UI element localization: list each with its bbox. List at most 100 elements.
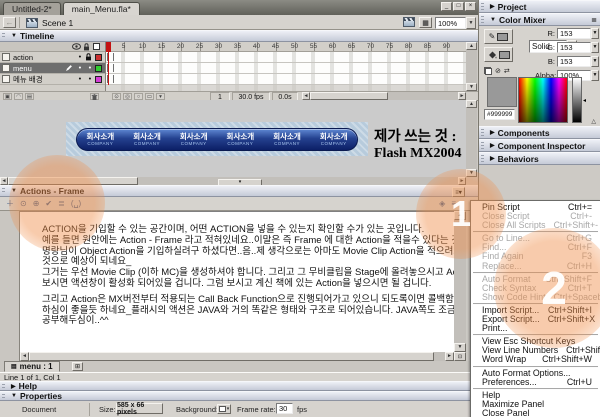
nav-menu-button[interactable]: 회사소개 COMPANY xyxy=(77,129,124,150)
channel-value-input[interactable]: 153 xyxy=(557,56,591,67)
default-colors-icon[interactable] xyxy=(484,67,492,75)
panel-options-menu-icon[interactable]: ≣ xyxy=(591,16,597,24)
scrollbar-thumb[interactable] xyxy=(8,177,138,185)
debug-options-icon[interactable]: ◈ xyxy=(439,199,445,209)
context-menu-item[interactable]: Print... xyxy=(471,324,600,333)
component-inspector-panel-header[interactable]: ▶Component Inspector xyxy=(479,139,600,152)
stage-canvas[interactable]: 회사소개 COMPANY 회사소개 COMPANY 회사소개 COMPANY xyxy=(0,100,466,177)
collapse-triangle-icon[interactable]: △ xyxy=(591,118,596,125)
channel-stepper-icon[interactable]: ▼ xyxy=(591,56,599,67)
channel-stepper-icon[interactable]: ▼ xyxy=(591,42,599,53)
no-color-icon[interactable]: ⊘ xyxy=(495,67,501,75)
edit-symbol-icon[interactable]: ▦ xyxy=(419,17,432,28)
behaviors-panel-header[interactable]: ▶Behaviors xyxy=(479,152,600,165)
channel-stepper-icon[interactable]: ▼ xyxy=(591,28,599,39)
show-code-hint-icon[interactable]: (␣) xyxy=(71,199,81,209)
menu-background-artwork[interactable]: 회사소개 COMPANY 회사소개 COMPANY 회사소개 COMPANY xyxy=(66,122,368,156)
channel-value-input[interactable]: 153 xyxy=(557,28,591,39)
close-button[interactable]: × xyxy=(465,2,476,11)
nav-menu-button[interactable]: 회사소개 COMPANY xyxy=(264,129,311,150)
document-tab[interactable]: main_Menu.fla* xyxy=(63,2,140,15)
restore-button[interactable]: □ xyxy=(453,2,464,11)
timeline-layer-row[interactable]: menu • • xyxy=(0,63,105,74)
layer-outline-color-swatch[interactable] xyxy=(95,65,102,72)
timeline-layer-row[interactable]: 메뉴 배경 • • xyxy=(0,74,105,85)
hex-color-input[interactable]: #999999 xyxy=(484,109,515,120)
slider-arrow-icon[interactable]: ◂ xyxy=(583,97,586,104)
add-motion-guide-icon[interactable]: ◠ xyxy=(14,93,23,100)
scroll-right-icon[interactable]: ► xyxy=(458,177,466,185)
context-menu-item[interactable]: Close Panel xyxy=(471,409,600,417)
actions-panel-header[interactable]: ▼ Actions - Frame ≡▾ xyxy=(0,185,478,197)
layer-lock-dot[interactable]: • xyxy=(85,75,95,83)
auto-format-icon[interactable]: ≣ xyxy=(58,199,65,209)
context-menu-item[interactable]: Close All Scripts Ctrl+Shift+- xyxy=(471,221,600,230)
insert-layer-icon[interactable]: ▣ xyxy=(3,93,12,100)
minimize-button[interactable]: _ xyxy=(441,2,452,11)
resize-corner[interactable]: ⊡ xyxy=(454,352,466,361)
context-menu-item[interactable]: Preferences... Ctrl+U xyxy=(471,378,600,387)
playhead-marker[interactable] xyxy=(106,42,111,52)
scroll-left-icon[interactable]: ◄ xyxy=(20,352,29,361)
lock-icon[interactable] xyxy=(83,43,90,51)
document-size-button[interactable]: 585 x 66 pixels xyxy=(116,403,163,414)
color-spectrum-picker[interactable] xyxy=(518,77,568,123)
script-tab[interactable]: ▤ menu : 1 xyxy=(4,361,60,372)
context-menu-item[interactable]: Word Wrap Ctrl+Shift+W xyxy=(471,355,600,364)
scroll-up-icon[interactable]: ▲ xyxy=(466,42,477,50)
timeline-frames-pane[interactable]: 51015202530354045505560657075808590 xyxy=(106,42,466,91)
zoom-value-input[interactable]: 100% xyxy=(435,17,466,29)
stage-vertical-scrollbar[interactable]: ▲ ▼ xyxy=(466,100,477,177)
scroll-left-icon[interactable]: ◄ xyxy=(0,177,8,185)
delete-layer-trash-icon[interactable] xyxy=(90,93,99,100)
layer-lock-dot[interactable]: • xyxy=(85,64,95,72)
script-vertical-scrollbar[interactable]: ▲ ▼ xyxy=(454,211,466,352)
onion-skin-icon[interactable]: ◎ xyxy=(123,93,132,100)
layer-visible-dot[interactable]: • xyxy=(75,75,85,83)
scroll-down-icon[interactable]: ▼ xyxy=(454,343,466,352)
nav-menu-button[interactable]: 회사소개 COMPANY xyxy=(217,129,264,150)
layer-visible-dot[interactable]: • xyxy=(75,53,85,61)
frame-row[interactable] xyxy=(106,52,466,63)
scroll-down-icon[interactable]: ▼ xyxy=(466,83,477,91)
eye-icon[interactable] xyxy=(72,43,81,50)
insert-target-path-icon[interactable]: ⊕ xyxy=(33,199,40,209)
actions-toolbox-collapsed-strip[interactable] xyxy=(0,211,20,361)
background-color-swatch[interactable]: ▾ xyxy=(217,404,231,414)
layer-lock-icon[interactable] xyxy=(85,53,95,61)
frame-rate-input[interactable]: 30 xyxy=(276,403,293,414)
nav-menu-button[interactable]: 회사소개 COMPANY xyxy=(124,129,171,150)
pin-script-icon[interactable]: ⊞ xyxy=(72,362,83,371)
nav-menu-button[interactable]: 회사소개 COMPANY xyxy=(170,129,217,150)
timeline-vertical-scrollbar[interactable]: ▲ ▼ xyxy=(466,42,477,91)
find-icon[interactable]: ⊙ xyxy=(20,199,27,209)
context-menu-item[interactable]: Show Code Hint Ctrl+Spacebar xyxy=(471,293,600,302)
scroll-up-icon[interactable]: ▲ xyxy=(466,100,477,108)
frame-grid[interactable] xyxy=(106,52,466,85)
edit-multiple-frames-icon[interactable]: ▭ xyxy=(145,93,154,100)
frame-row[interactable] xyxy=(106,63,466,74)
channel-value-input[interactable]: 153 xyxy=(557,42,591,53)
onion-skin-outlines-icon[interactable]: ○ xyxy=(134,93,143,100)
check-syntax-icon[interactable]: ✔ xyxy=(45,199,52,209)
script-horizontal-scrollbar[interactable]: ◄ ► xyxy=(20,352,454,361)
scroll-left-icon[interactable]: ◄ xyxy=(302,92,310,100)
layer-visible-dot[interactable]: • xyxy=(75,64,85,72)
color-mixer-panel-header[interactable]: ▼Color Mixer≣ xyxy=(479,13,600,26)
panel-options-menu-icon[interactable]: ≡▾ xyxy=(452,187,465,197)
frame-ruler[interactable]: 51015202530354045505560657075808590 xyxy=(106,42,466,52)
project-panel-header[interactable]: ▶Project xyxy=(479,0,600,13)
scroll-right-icon[interactable]: ► xyxy=(445,352,454,361)
edit-scene-icon[interactable] xyxy=(403,17,415,27)
add-statement-icon[interactable]: ＋ xyxy=(6,199,14,209)
outline-color-icon[interactable] xyxy=(93,43,100,50)
help-panel-header[interactable]: ▶Help xyxy=(0,381,478,391)
properties-panel-header[interactable]: ▼Properties xyxy=(0,391,478,401)
view-options-icon[interactable]: ≡ xyxy=(451,199,456,209)
zoom-dropdown-arrow-icon[interactable]: ▼ xyxy=(466,17,476,29)
layer-outline-color-swatch[interactable] xyxy=(95,54,102,61)
document-tab[interactable]: Untitled-2* xyxy=(3,2,61,15)
script-editor-area[interactable]: ACTION을 기입할 수 있는 공간이며, 어떤 ACTION을 넣을 수 있… xyxy=(20,211,454,352)
components-panel-header[interactable]: ▶Components xyxy=(479,126,600,139)
scene-breadcrumb[interactable]: Scene 1 xyxy=(42,18,73,28)
